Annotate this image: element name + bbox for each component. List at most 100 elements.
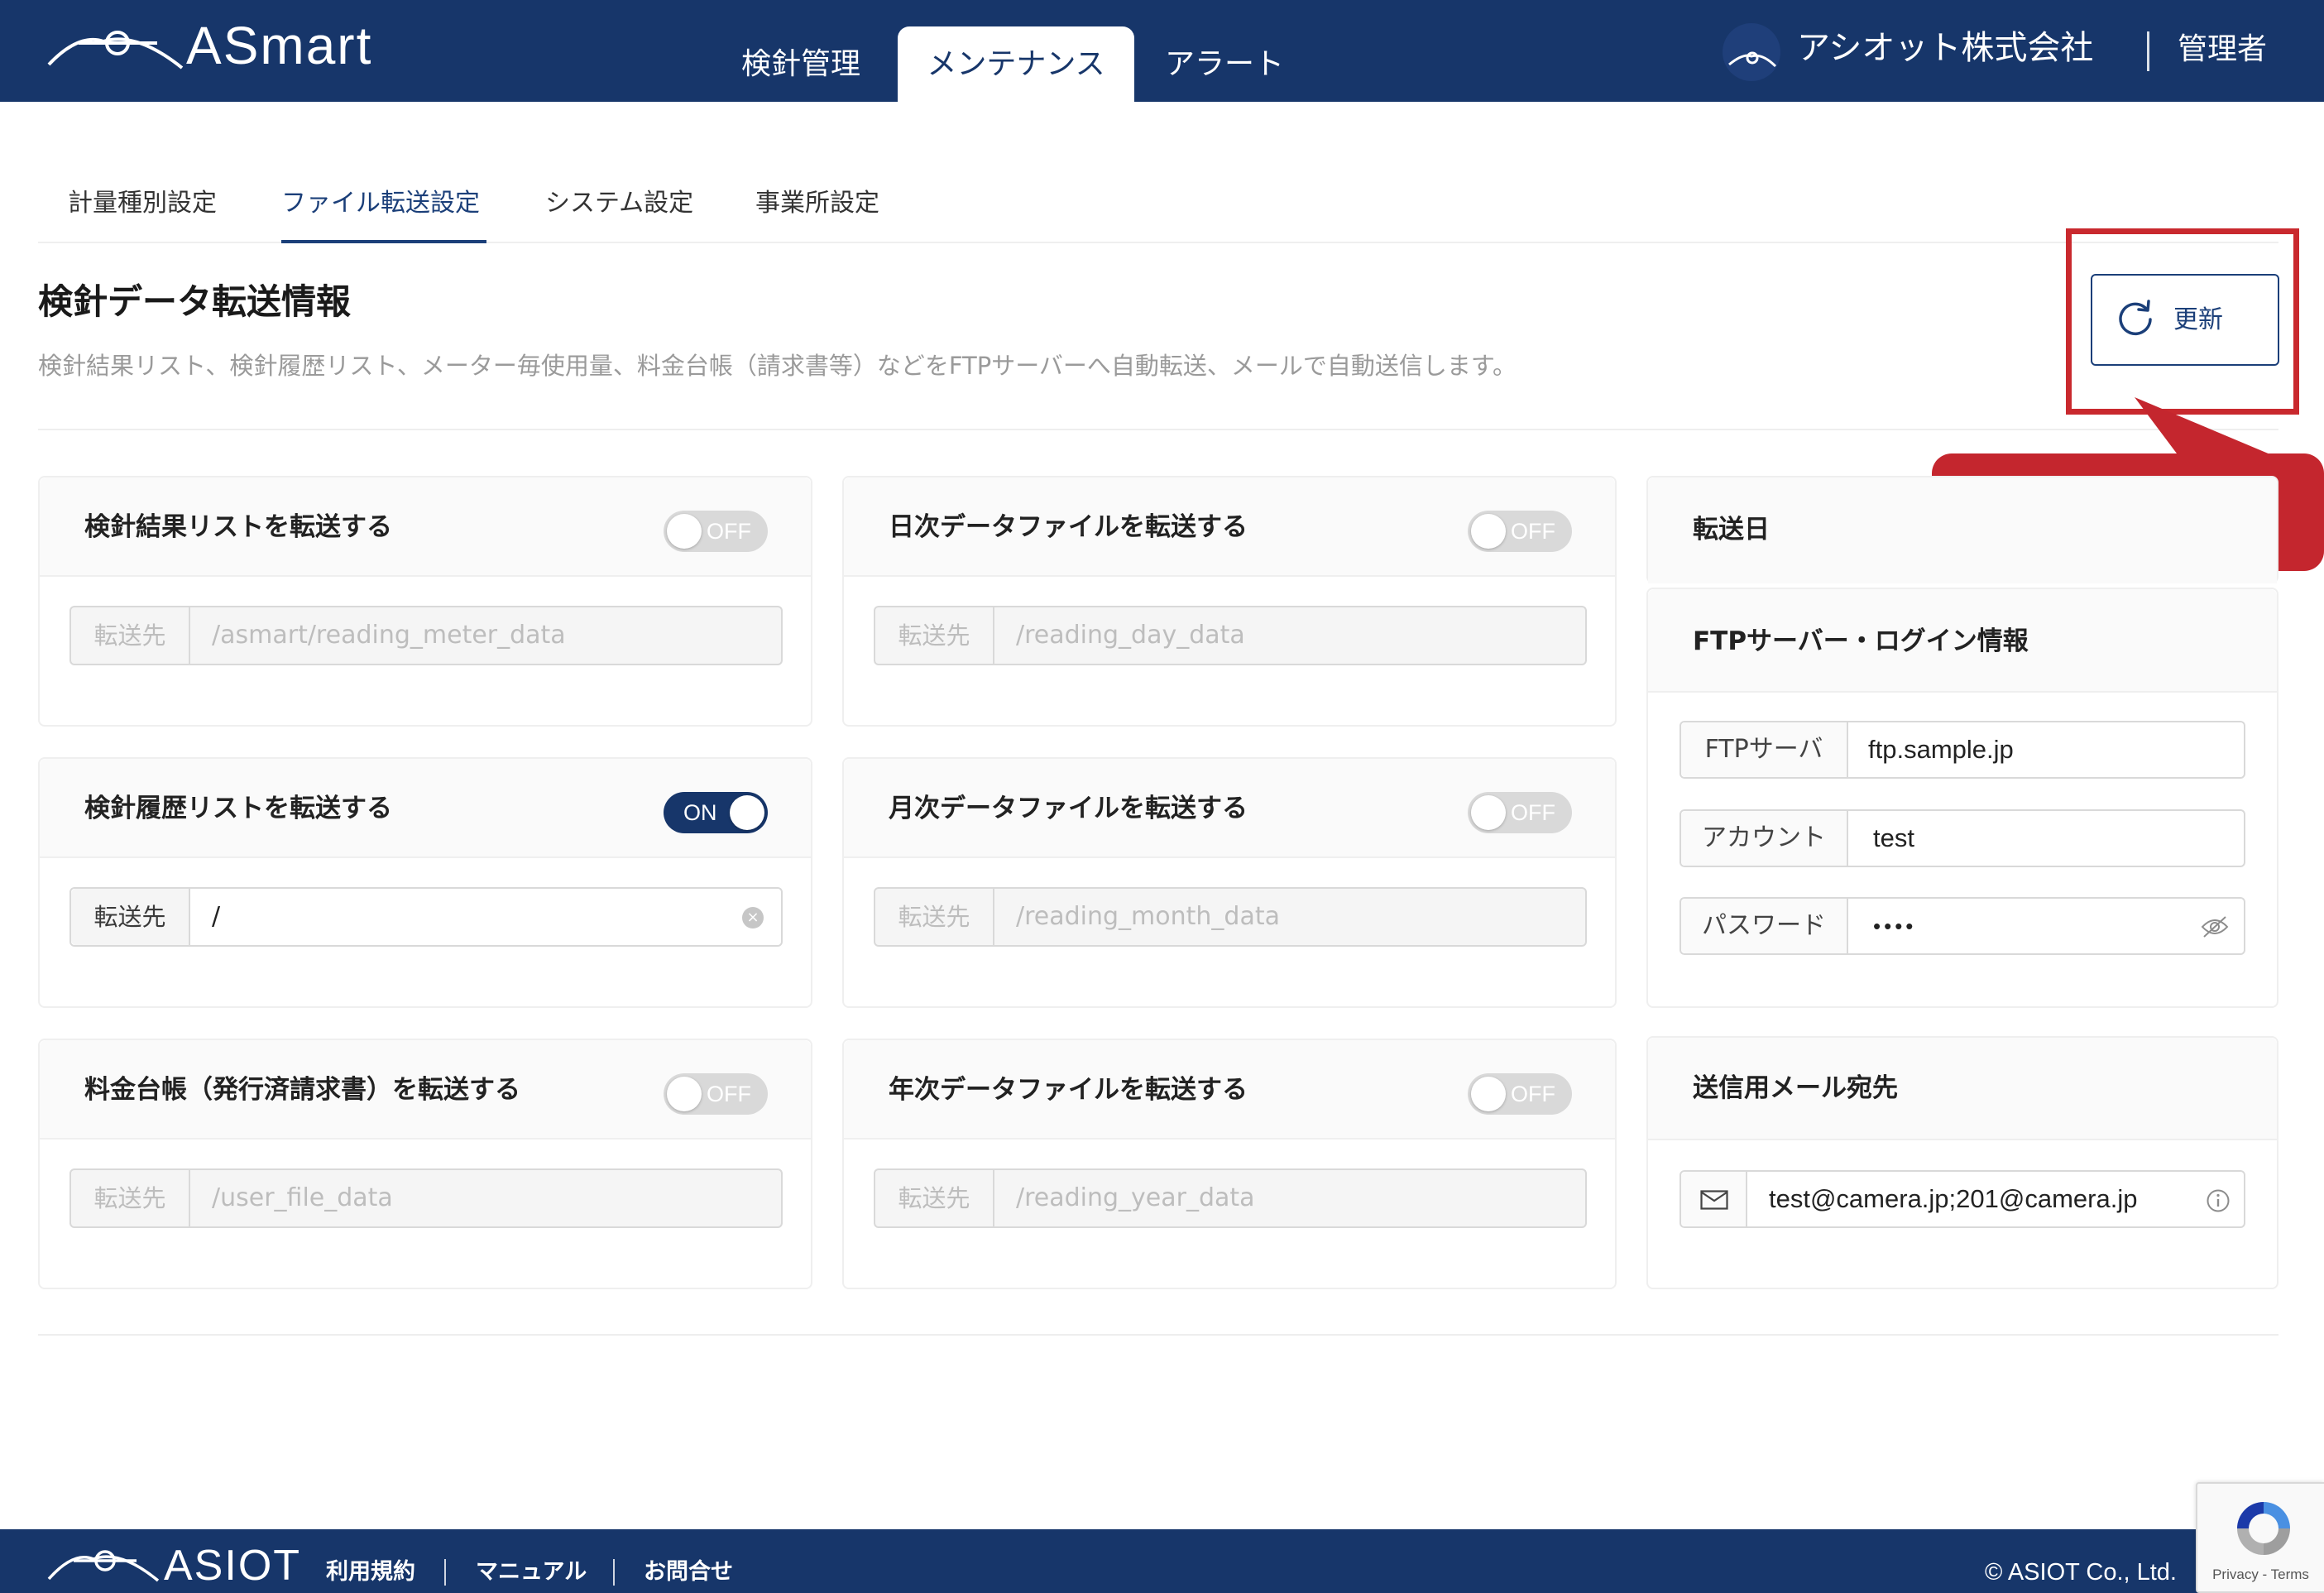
nav-tab-reading[interactable]: 検針管理 <box>718 26 884 102</box>
footer-bar: ASIOT 利用規約 マニュアル お問合せ © ASIOT Co., Ltd. <box>0 1529 2324 1593</box>
header-divider <box>2147 31 2149 71</box>
transfer-toggle[interactable]: OFF <box>664 1073 768 1115</box>
content-bottom-divider <box>38 1334 2278 1336</box>
transfer-toggle[interactable]: ON <box>664 792 768 833</box>
clear-icon[interactable]: × <box>742 907 764 928</box>
mail-recipient-value: test@camera.jp;201@camera.jp <box>1769 1184 2138 1213</box>
card-title: 料金台帳（発行済請求書）を転送する <box>84 1075 520 1105</box>
destination-field[interactable]: 転送先 /user_file_data <box>69 1168 783 1228</box>
ftp-server-value: ftp.sample.jp <box>1868 735 2014 764</box>
recaptcha-icon <box>2231 1495 2297 1565</box>
subtab-measurement-type[interactable]: 計量種別設定 <box>68 184 217 223</box>
mail-addon <box>1681 1172 1747 1226</box>
addon-label: 転送先 <box>93 1184 166 1212</box>
card-header: 送信用メール宛先 <box>1648 1038 2277 1140</box>
destination-value: /reading_month_data <box>1016 902 1280 931</box>
ftp-server-field[interactable]: FTPサーバ ftp.sample.jp <box>1680 721 2245 779</box>
nav-tab-alert[interactable]: アラート <box>1142 26 1307 102</box>
transfer-card-reading-history: 検針履歴リストを転送する ON 転送先 / × <box>38 757 812 1008</box>
ftp-server-label: FTPサーバ <box>1704 735 1823 764</box>
toggle-knob <box>667 514 702 549</box>
destination-field[interactable]: 転送先 /reading_month_data <box>874 887 1587 947</box>
subtab-file-transfer[interactable]: ファイル転送設定 <box>281 184 480 223</box>
ftp-account-label: アカウント <box>1702 823 1826 852</box>
transfer-card-monthly-data: 月次データファイルを転送する OFF 転送先 /reading_month_da… <box>842 757 1617 1008</box>
card-title: 検針履歴リストを転送する <box>84 794 392 823</box>
addon-label: 転送先 <box>898 1184 970 1212</box>
toggle-knob <box>730 795 764 830</box>
toggle-state: OFF <box>1511 519 1555 544</box>
transfer-toggle[interactable]: OFF <box>664 511 768 552</box>
subtab-system[interactable]: システム設定 <box>545 184 693 223</box>
ftp-password-value: •••• <box>1873 914 1917 938</box>
toggle-state: OFF <box>1511 1082 1555 1106</box>
destination-field[interactable]: 転送先 /reading_year_data <box>874 1168 1587 1228</box>
card-header: FTPサーバー・ログイン情報 <box>1648 589 2277 693</box>
subtab-office[interactable]: 事業所設定 <box>755 184 879 223</box>
destination-value: /reading_year_data <box>1016 1183 1255 1212</box>
eye-invisible-icon[interactable] <box>2201 915 2229 942</box>
footer-copyright: © ASIOT Co., Ltd. <box>1985 1559 2177 1586</box>
destination-field[interactable]: 転送先 / × <box>69 887 783 947</box>
card-header: 年次データファイルを転送する OFF <box>844 1040 1615 1140</box>
card-header: 検針履歴リストを転送する ON <box>40 759 811 858</box>
nav-tab-maintenance[interactable]: メンテナンス <box>898 26 1134 102</box>
destination-value: /asmart/reading_meter_data <box>212 621 566 650</box>
destination-addon: 転送先 <box>71 889 190 945</box>
ftp-account-addon: アカウント <box>1681 811 1848 866</box>
user-role-menu[interactable]: 管理者 <box>2178 25 2267 74</box>
mail-recipient-field[interactable]: test@camera.jp;201@camera.jp <box>1680 1170 2245 1228</box>
destination-addon: 転送先 <box>71 607 190 664</box>
company-name: アシオット株式会社 <box>1797 29 2094 67</box>
card-title: 検針結果リストを転送する <box>84 512 392 542</box>
destination-addon: 転送先 <box>875 607 994 664</box>
footer-link-terms[interactable]: 利用規約 <box>326 1556 415 1589</box>
footer-link-contact[interactable]: お問合せ <box>644 1556 733 1589</box>
recaptcha-badge[interactable]: Privacy - Terms <box>2196 1482 2324 1593</box>
transfer-toggle[interactable]: OFF <box>1468 1073 1572 1115</box>
addon-label: 転送先 <box>898 621 970 650</box>
transfer-toggle[interactable]: OFF <box>1468 511 1572 552</box>
asmart-logo-icon <box>46 17 186 78</box>
addon-label: 転送先 <box>93 903 166 931</box>
ftp-password-field[interactable]: パスワード •••• <box>1680 897 2245 955</box>
mail-card-title: 送信用メール宛先 <box>1693 1073 1898 1103</box>
annotation-highlight-box <box>2066 228 2299 415</box>
destination-addon: 転送先 <box>71 1170 190 1226</box>
top-navigation-bar: ASmart 検針管理 メンテナンス アラート アシオット株式会社 管理者 <box>0 0 2324 102</box>
footer-separator <box>444 1559 446 1586</box>
page-title: 検針データ転送情報 <box>38 281 352 322</box>
card-header: 転送日 <box>1648 477 2277 583</box>
destination-field[interactable]: 転送先 /asmart/reading_meter_data <box>69 606 783 665</box>
toggle-knob <box>1471 795 1506 830</box>
destination-addon: 転送先 <box>875 889 994 945</box>
transfer-date-title: 転送日 <box>1693 515 1770 545</box>
recaptcha-links[interactable]: Privacy - Terms <box>2197 1567 2324 1583</box>
transfer-toggle[interactable]: OFF <box>1468 792 1572 833</box>
card-header: 日次データファイルを転送する OFF <box>844 477 1615 577</box>
transfer-card-daily-data: 日次データファイルを転送する OFF 転送先 /reading_day_data <box>842 476 1617 727</box>
destination-field[interactable]: 転送先 /reading_day_data <box>874 606 1587 665</box>
card-title: 年次データファイルを転送する <box>889 1075 1248 1105</box>
destination-value: /reading_day_data <box>1016 621 1245 650</box>
page-description: 検針結果リスト、検針履歴リスト、メーター毎使用量、料金台帳（請求書等）などをFT… <box>38 352 1517 380</box>
toggle-state: OFF <box>707 1082 751 1106</box>
card-title: 日次データファイルを転送する <box>889 512 1248 542</box>
transfer-card-billing-ledger: 料金台帳（発行済請求書）を転送する OFF 転送先 /user_file_dat… <box>38 1039 812 1289</box>
mail-icon <box>1700 1190 1728 1213</box>
title-divider <box>38 429 2278 430</box>
ftp-account-value: test <box>1873 823 1914 852</box>
ftp-account-field[interactable]: アカウント test <box>1680 809 2245 867</box>
toggle-state: ON <box>683 800 717 825</box>
info-icon[interactable] <box>2206 1188 2231 1216</box>
app-name: ASmart <box>186 16 373 75</box>
card-header: 検針結果リストを転送する OFF <box>40 477 811 577</box>
footer-brand: ASIOT <box>164 1542 302 1590</box>
footer-separator <box>613 1559 615 1586</box>
ftp-login-card: FTPサーバー・ログイン情報 FTPサーバ ftp.sample.jp アカウン… <box>1646 588 2278 1008</box>
card-header: 月次データファイルを転送する OFF <box>844 759 1615 858</box>
destination-addon: 転送先 <box>875 1170 994 1226</box>
company-logo-icon <box>1723 23 1780 81</box>
footer-link-manual[interactable]: マニュアル <box>476 1556 587 1589</box>
card-title: 月次データファイルを転送する <box>889 794 1248 823</box>
